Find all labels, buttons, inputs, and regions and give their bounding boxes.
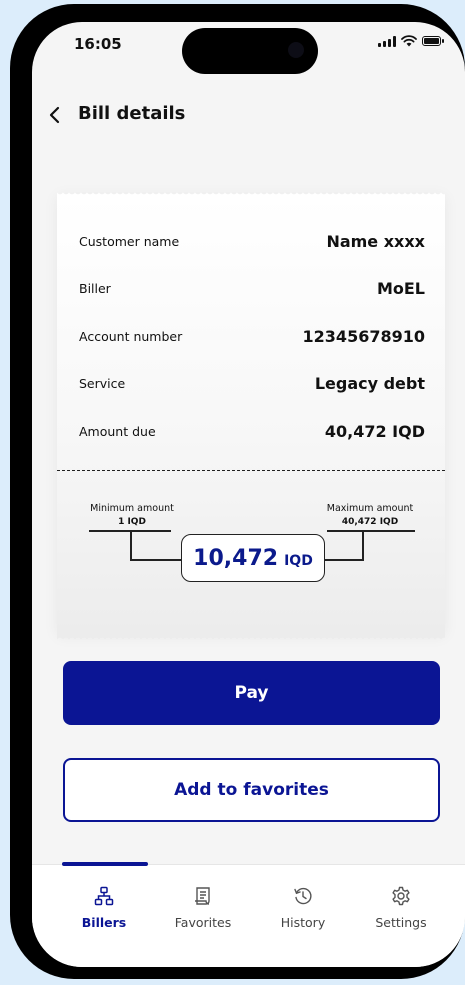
dynamic-island (182, 28, 318, 74)
payment-amount-value: 10,472 (193, 545, 279, 571)
maximum-connector-vertical (362, 530, 364, 560)
signal-icon (378, 35, 396, 47)
receipt-edge-bottom (57, 635, 445, 641)
biller-value: MoEL (376, 279, 425, 298)
hierarchy-icon (93, 885, 115, 907)
service-row: Service Legacy debt (79, 374, 425, 393)
tab-settings[interactable]: Settings (361, 885, 441, 930)
status-icons (378, 35, 444, 47)
payment-amount-currency: IQD (284, 552, 313, 569)
bill-receipt-card: Customer name Name xxxx Biller MoEL Acco… (57, 191, 445, 641)
service-value: Legacy debt (314, 374, 425, 393)
tab-favorites-label: Favorites (174, 915, 232, 930)
biller-label: Biller (79, 281, 111, 296)
customer-name-value: Name xxxx (326, 232, 425, 251)
phone-frame: 16:05 Bill details Customer name Name xx… (10, 4, 465, 979)
minimum-connector-horizontal (130, 559, 182, 561)
pay-button[interactable]: Pay (63, 661, 440, 725)
battery-icon (422, 36, 444, 46)
page-header: Bill details (32, 96, 465, 136)
back-button[interactable] (44, 98, 64, 132)
camera (288, 42, 304, 58)
chevron-left-icon (49, 106, 60, 124)
maximum-connector-horizontal (324, 559, 364, 561)
history-icon (292, 885, 314, 907)
gear-icon (390, 885, 412, 907)
receipt-edge-top (57, 191, 445, 197)
tab-history-label: History (280, 915, 326, 930)
account-number-value: 12345678910 (302, 327, 425, 346)
tab-settings-label: Settings (375, 915, 427, 930)
active-tab-indicator (62, 862, 148, 866)
dashed-divider (57, 470, 445, 471)
tab-billers[interactable]: Billers (64, 885, 144, 930)
wifi-icon (401, 35, 417, 47)
add-to-favorites-button[interactable]: Add to favorites (63, 758, 440, 822)
maximum-underline (327, 530, 415, 532)
bottom-tab-bar: Billers Favorites History Settings (32, 862, 465, 967)
tab-billers-label: Billers (81, 915, 127, 930)
minimum-connector-vertical (130, 530, 132, 560)
customer-name-label: Customer name (79, 234, 180, 249)
tab-history[interactable]: History (263, 885, 343, 930)
amount-due-row: Amount due 40,472 IQD (79, 422, 425, 441)
payment-amount-input[interactable]: 10,472 IQD (181, 534, 325, 582)
service-label: Service (79, 376, 126, 391)
page-title: Bill details (78, 103, 186, 124)
amount-due-value: 40,472 IQD (324, 422, 425, 441)
account-number-label: Account number (79, 329, 183, 344)
status-time: 16:05 (74, 35, 122, 53)
minimum-amount-value: 1 IQD (118, 517, 146, 527)
amount-due-label: Amount due (79, 424, 156, 439)
customer-name-row: Customer name Name xxxx (79, 232, 425, 251)
tab-favorites[interactable]: Favorites (163, 885, 243, 930)
maximum-amount-value: 40,472 IQD (341, 517, 399, 527)
account-number-row: Account number 12345678910 (79, 327, 425, 346)
minimum-amount-label: Minimum amount (90, 503, 174, 514)
app-screen: 16:05 Bill details Customer name Name xx… (32, 22, 465, 967)
receipt-icon (192, 885, 214, 907)
biller-row: Biller MoEL (79, 279, 425, 298)
maximum-amount-label: Maximum amount (326, 503, 414, 514)
